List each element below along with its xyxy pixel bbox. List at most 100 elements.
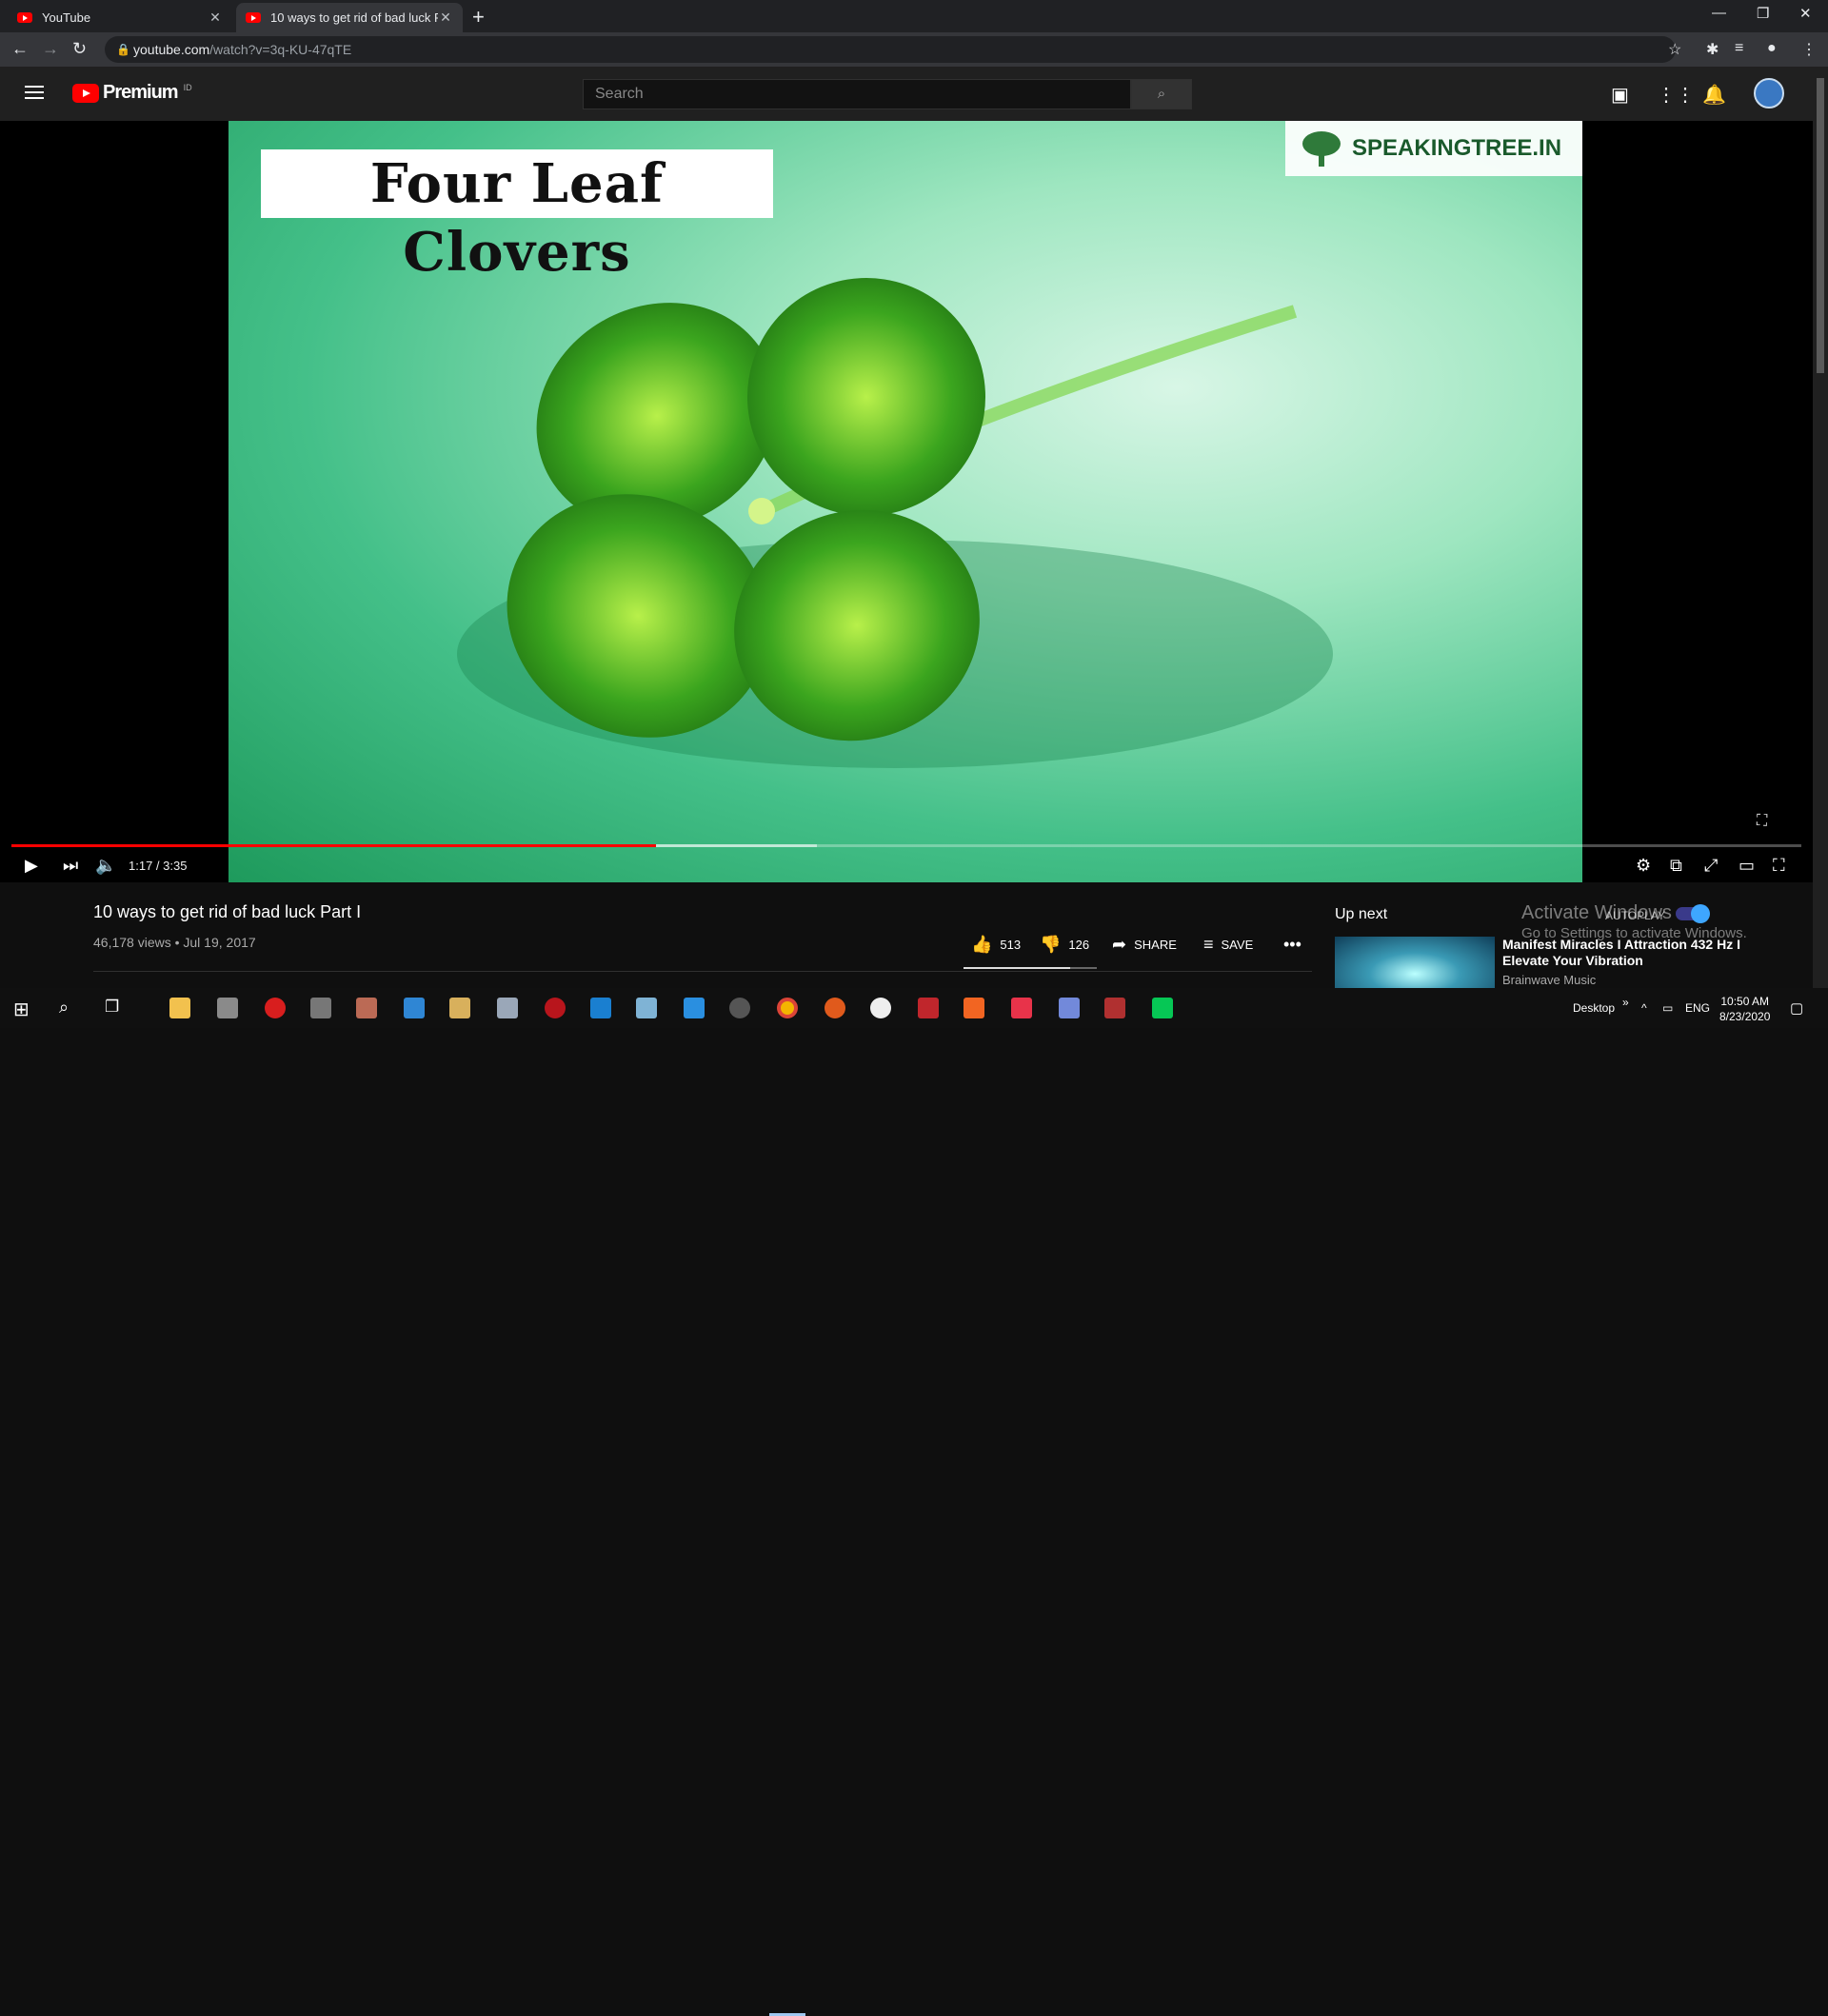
obs-icon[interactable]: [729, 998, 750, 1018]
extensions-icon[interactable]: ✱: [1706, 40, 1719, 59]
miniplayer-icon[interactable]: ⧉: [1670, 856, 1682, 876]
theater-mode-icon[interactable]: ▭: [1739, 856, 1755, 876]
app-icon[interactable]: [310, 998, 331, 1018]
cast-icon[interactable]: ⤢: [1704, 856, 1718, 876]
app-icon[interactable]: [449, 998, 470, 1018]
app-icon[interactable]: [825, 998, 845, 1018]
task-view-icon[interactable]: ❐: [105, 998, 119, 1017]
opera-icon[interactable]: [265, 998, 286, 1018]
desktop-toolbar[interactable]: Desktop: [1573, 1001, 1615, 1015]
play-icon[interactable]: ▶: [25, 856, 38, 876]
settings-gear-icon[interactable]: ⚙: [1636, 856, 1651, 876]
recommended-title[interactable]: Manifest Miracles I Attraction 432 Hz I …: [1502, 937, 1788, 969]
app-icon[interactable]: [217, 998, 238, 1018]
bookmark-star-icon[interactable]: ☆: [1668, 40, 1681, 59]
thumbs-down-icon: 👎: [1040, 935, 1062, 954]
clock-time: 10:50 AM: [1720, 995, 1770, 1008]
share-button[interactable]: ➦ SHARE: [1112, 935, 1177, 955]
video-frame[interactable]: Four Leaf Clovers SPEAKINGTREE.IN: [228, 121, 1582, 882]
video-meta: 46,178 views • Jul 19, 2017: [93, 935, 256, 950]
file-explorer-icon[interactable]: [169, 998, 190, 1018]
dislike-count: 126: [1068, 938, 1090, 952]
search-button[interactable]: ⌕: [1131, 79, 1192, 109]
forward-icon[interactable]: →: [42, 39, 59, 59]
close-tab-icon[interactable]: ✕: [438, 10, 453, 26]
app-icon[interactable]: [964, 998, 984, 1018]
recommended-channel[interactable]: Brainwave Music: [1502, 973, 1596, 987]
url-path: /watch?v=3q-KU-47qTE: [209, 42, 352, 57]
apps-grid-icon[interactable]: ⋮⋮: [1657, 83, 1695, 107]
branding-watermark-icon[interactable]: ⛶: [1757, 813, 1767, 830]
volume-icon[interactable]: 🔈: [95, 856, 116, 876]
scrollbar-thumb[interactable]: [1817, 78, 1824, 373]
app-icon[interactable]: [404, 998, 425, 1018]
new-tab-icon[interactable]: +: [472, 5, 485, 30]
app-icon[interactable]: [1104, 998, 1125, 1018]
line-icon[interactable]: [1152, 998, 1173, 1018]
search-input[interactable]: Search: [583, 79, 1131, 109]
dislike-button[interactable]: 👎 126: [1040, 935, 1089, 955]
app-icon[interactable]: [1011, 998, 1032, 1018]
autoplay-toggle[interactable]: [1676, 904, 1710, 923]
windows-taskbar: ⊞ ⌕ ❐ Desktop » ^ ▭ ENG 10:50 AM 8/23/20…: [0, 988, 1828, 2016]
app-icon[interactable]: [356, 998, 377, 1018]
thumbs-up-icon: 👍: [971, 935, 993, 954]
sentiment-bar: [964, 967, 1097, 969]
fullscreen-icon[interactable]: ⛶: [1773, 856, 1785, 876]
app-icon[interactable]: [590, 998, 611, 1018]
search-icon[interactable]: ⌕: [59, 998, 69, 1018]
overwatch-icon[interactable]: [870, 998, 891, 1018]
youtube-favicon-icon: [246, 12, 261, 23]
taskbar-clock[interactable]: 10:50 AM 8/23/2020: [1719, 994, 1770, 1024]
media-control-icon[interactable]: ≡: [1735, 40, 1743, 57]
youtube-favicon-icon: [17, 12, 32, 23]
lock-icon: 🔒: [116, 43, 130, 56]
save-button[interactable]: ≡ SAVE: [1203, 935, 1253, 955]
language-indicator[interactable]: ENG: [1685, 1001, 1710, 1015]
activate-windows-heading: Activate Windows: [1521, 902, 1672, 923]
time-display: 1:17 / 3:35: [129, 859, 188, 873]
minimize-icon[interactable]: —: [1712, 5, 1726, 21]
profile-icon[interactable]: ●: [1767, 40, 1777, 57]
more-horizontal-icon: •••: [1283, 935, 1301, 954]
progress-played: [11, 844, 656, 847]
app-icon[interactable]: [497, 998, 518, 1018]
restore-icon[interactable]: ❐: [1757, 5, 1769, 22]
notifications-bell-icon[interactable]: 🔔: [1702, 83, 1726, 107]
more-actions-button[interactable]: •••: [1283, 935, 1309, 955]
tray-expand-icon[interactable]: ^: [1641, 1001, 1647, 1015]
windows-start-icon[interactable]: ⊞: [13, 998, 30, 1021]
menu-kebab-icon[interactable]: ⋮: [1801, 40, 1817, 59]
page-scrollbar[interactable]: [1813, 67, 1828, 988]
recommended-thumbnail[interactable]: [1335, 937, 1495, 990]
close-tab-icon[interactable]: ✕: [208, 10, 223, 26]
chrome-icon[interactable]: [777, 998, 798, 1018]
youtube-premium-logo[interactable]: Premium ID: [72, 82, 192, 104]
search-icon: ⌕: [1157, 86, 1166, 102]
tab-video[interactable]: 10 ways to get rid of bad luck Pa ✕: [236, 3, 463, 32]
like-button[interactable]: 👍 513: [971, 935, 1021, 955]
reload-icon[interactable]: ↻: [72, 39, 87, 59]
network-icon[interactable]: ▭: [1662, 1001, 1673, 1015]
up-next-heading: Up next: [1335, 906, 1388, 922]
avatar[interactable]: [1754, 78, 1784, 109]
create-video-icon[interactable]: ▣: [1611, 83, 1629, 107]
next-icon[interactable]: ⏭: [63, 856, 78, 876]
url-field[interactable]: 🔒 youtube.com/watch?v=3q-KU-47qTE: [105, 36, 1676, 63]
video-player[interactable]: Four Leaf Clovers SPEAKINGTREE.IN ⛶ ▶ ⏭ …: [0, 121, 1813, 882]
browser-tab-strip: YouTube ✕ 10 ways to get rid of bad luck…: [0, 0, 1828, 32]
app-icon[interactable]: [636, 998, 657, 1018]
discord-icon[interactable]: [1059, 998, 1080, 1018]
opera-gx-icon[interactable]: [545, 998, 566, 1018]
app-icon[interactable]: [684, 998, 705, 1018]
toolbar-overflow-icon[interactable]: »: [1622, 996, 1629, 1009]
country-code: ID: [183, 82, 192, 92]
share-label: SHARE: [1134, 938, 1177, 952]
back-icon[interactable]: ←: [11, 39, 29, 59]
close-window-icon[interactable]: ✕: [1799, 5, 1812, 22]
guide-menu-icon[interactable]: [25, 86, 44, 99]
notification-center-icon[interactable]: ▢: [1790, 999, 1803, 1017]
tab-youtube[interactable]: YouTube ✕: [8, 3, 232, 32]
video-title: 10 ways to get rid of bad luck Part I: [93, 902, 362, 921]
adobe-icon[interactable]: [918, 998, 939, 1018]
